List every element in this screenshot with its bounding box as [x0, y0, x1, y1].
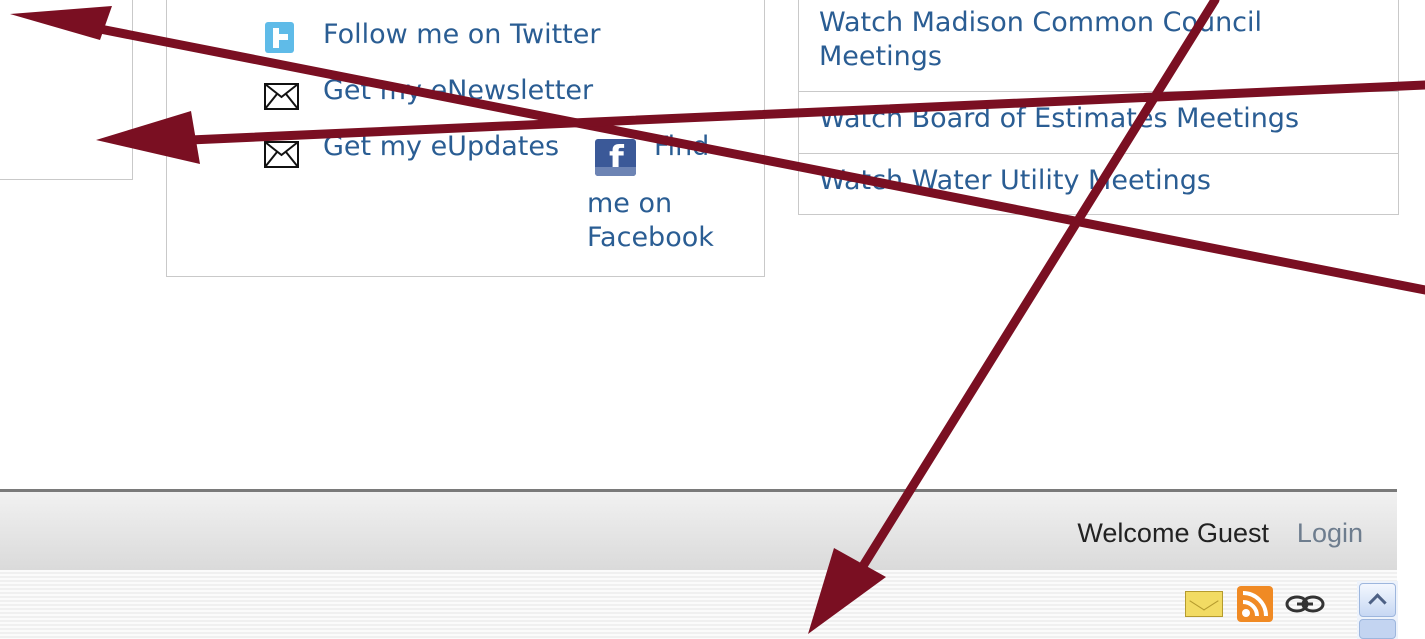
envelope-icon[interactable] — [264, 83, 299, 110]
meeting-link-label: Watch Madison Common Council — [819, 7, 1263, 38]
scroll-up-button[interactable] — [1359, 583, 1396, 617]
board-of-estimates-meetings-link[interactable]: Watch Board of Estimates Meetings — [799, 102, 1398, 136]
facebook-link-line2[interactable]: me on — [587, 187, 672, 220]
left-panel-box-1 — [0, 0, 133, 58]
social-links-box: Follow me on Twitter Get my eNewsletter … — [166, 0, 765, 277]
link-icon[interactable] — [1283, 590, 1327, 618]
meeting-link-label: Meetings — [819, 41, 942, 72]
divider — [799, 153, 1398, 154]
mail-icon[interactable] — [1185, 591, 1223, 617]
facebook-link-line1[interactable]: Find — [654, 130, 709, 163]
get-eupdates-link[interactable]: Get my eUpdates — [323, 130, 559, 163]
login-link[interactable]: Login — [1297, 518, 1363, 549]
water-utility-meetings-link[interactable]: Watch Water Utility Meetings — [799, 164, 1398, 198]
meetings-links-box: Watch Madison Common Council Meetings Wa… — [798, 0, 1399, 215]
twitter-icon[interactable] — [265, 22, 294, 53]
rss-icon[interactable] — [1237, 586, 1273, 622]
status-bar: Welcome Guest Login — [0, 489, 1397, 571]
left-panel-box-3 — [0, 117, 133, 180]
left-panel-box-2 — [0, 56, 133, 118]
facebook-icon[interactable]: f — [595, 139, 636, 176]
rss-icon-glyph — [1242, 591, 1268, 617]
follow-twitter-link[interactable]: Follow me on Twitter — [323, 18, 600, 51]
welcome-text: Welcome Guest — [1077, 518, 1269, 548]
scroll-thumb[interactable] — [1359, 619, 1396, 639]
envelope-icon[interactable] — [264, 141, 299, 168]
divider — [799, 91, 1398, 92]
get-enewsletter-link[interactable]: Get my eNewsletter — [323, 74, 593, 107]
common-council-meetings-link[interactable]: Watch Madison Common Council Meetings — [799, 6, 1398, 74]
facebook-link-line3[interactable]: Facebook — [587, 221, 714, 254]
